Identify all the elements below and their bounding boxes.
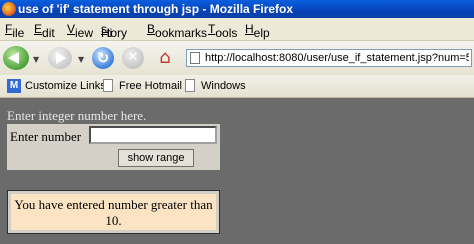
page-icon (103, 79, 113, 92)
forward-icon[interactable] (48, 47, 72, 69)
number-form: Enter number show range (7, 124, 220, 170)
page-content: Enter integer number here. Enter number … (0, 98, 474, 244)
menu-file[interactable]: File (5, 22, 24, 40)
number-label: Enter number (10, 129, 82, 144)
instruction-text: Enter integer number here. (7, 108, 147, 123)
menu-view[interactable]: View (67, 22, 93, 40)
menu-help[interactable]: Help (245, 22, 270, 40)
result-message: You have entered number greater than 10. (7, 190, 220, 234)
bookmarks-toolbar: M Customize Links Free Hotmail Windows (0, 75, 474, 98)
reload-icon[interactable]: ↻ (92, 47, 114, 69)
window-title: use of 'if' statement through jsp - Mozi… (18, 2, 294, 16)
msn-icon: M (7, 79, 21, 93)
menu-history[interactable]: Hi s tory (101, 22, 127, 40)
address-bar[interactable] (186, 49, 472, 67)
url-input[interactable] (205, 51, 469, 65)
menu-edit[interactable]: Edit (34, 22, 55, 40)
menu-bar: File Edit View Hi s tory Bookmarks Tools H… (0, 18, 474, 41)
bookmark-customize-links[interactable]: Customize Links (25, 80, 106, 92)
window-titlebar: use of 'if' statement through jsp - Mozi… (0, 0, 474, 18)
stop-icon[interactable]: ✕ (122, 47, 144, 69)
menu-bookmarks[interactable]: Bookmarks (147, 22, 207, 40)
number-input[interactable] (89, 126, 217, 144)
menu-tools[interactable]: Tools (208, 22, 237, 40)
bookmark-windows[interactable]: Windows (201, 80, 246, 92)
page-icon (185, 79, 195, 92)
page-icon (190, 52, 200, 64)
firefox-logo-icon (2, 2, 16, 16)
forward-dropdown-icon[interactable]: ▼ (78, 55, 84, 64)
back-icon[interactable] (3, 46, 29, 70)
bookmark-free-hotmail[interactable]: Free Hotmail (119, 80, 182, 92)
back-dropdown-icon[interactable]: ▼ (33, 55, 39, 64)
navigation-toolbar: ▼ ▼ ↻ ✕ ⌂ (0, 41, 474, 75)
home-icon[interactable]: ⌂ (154, 47, 176, 69)
show-range-button[interactable]: show range (118, 149, 194, 167)
